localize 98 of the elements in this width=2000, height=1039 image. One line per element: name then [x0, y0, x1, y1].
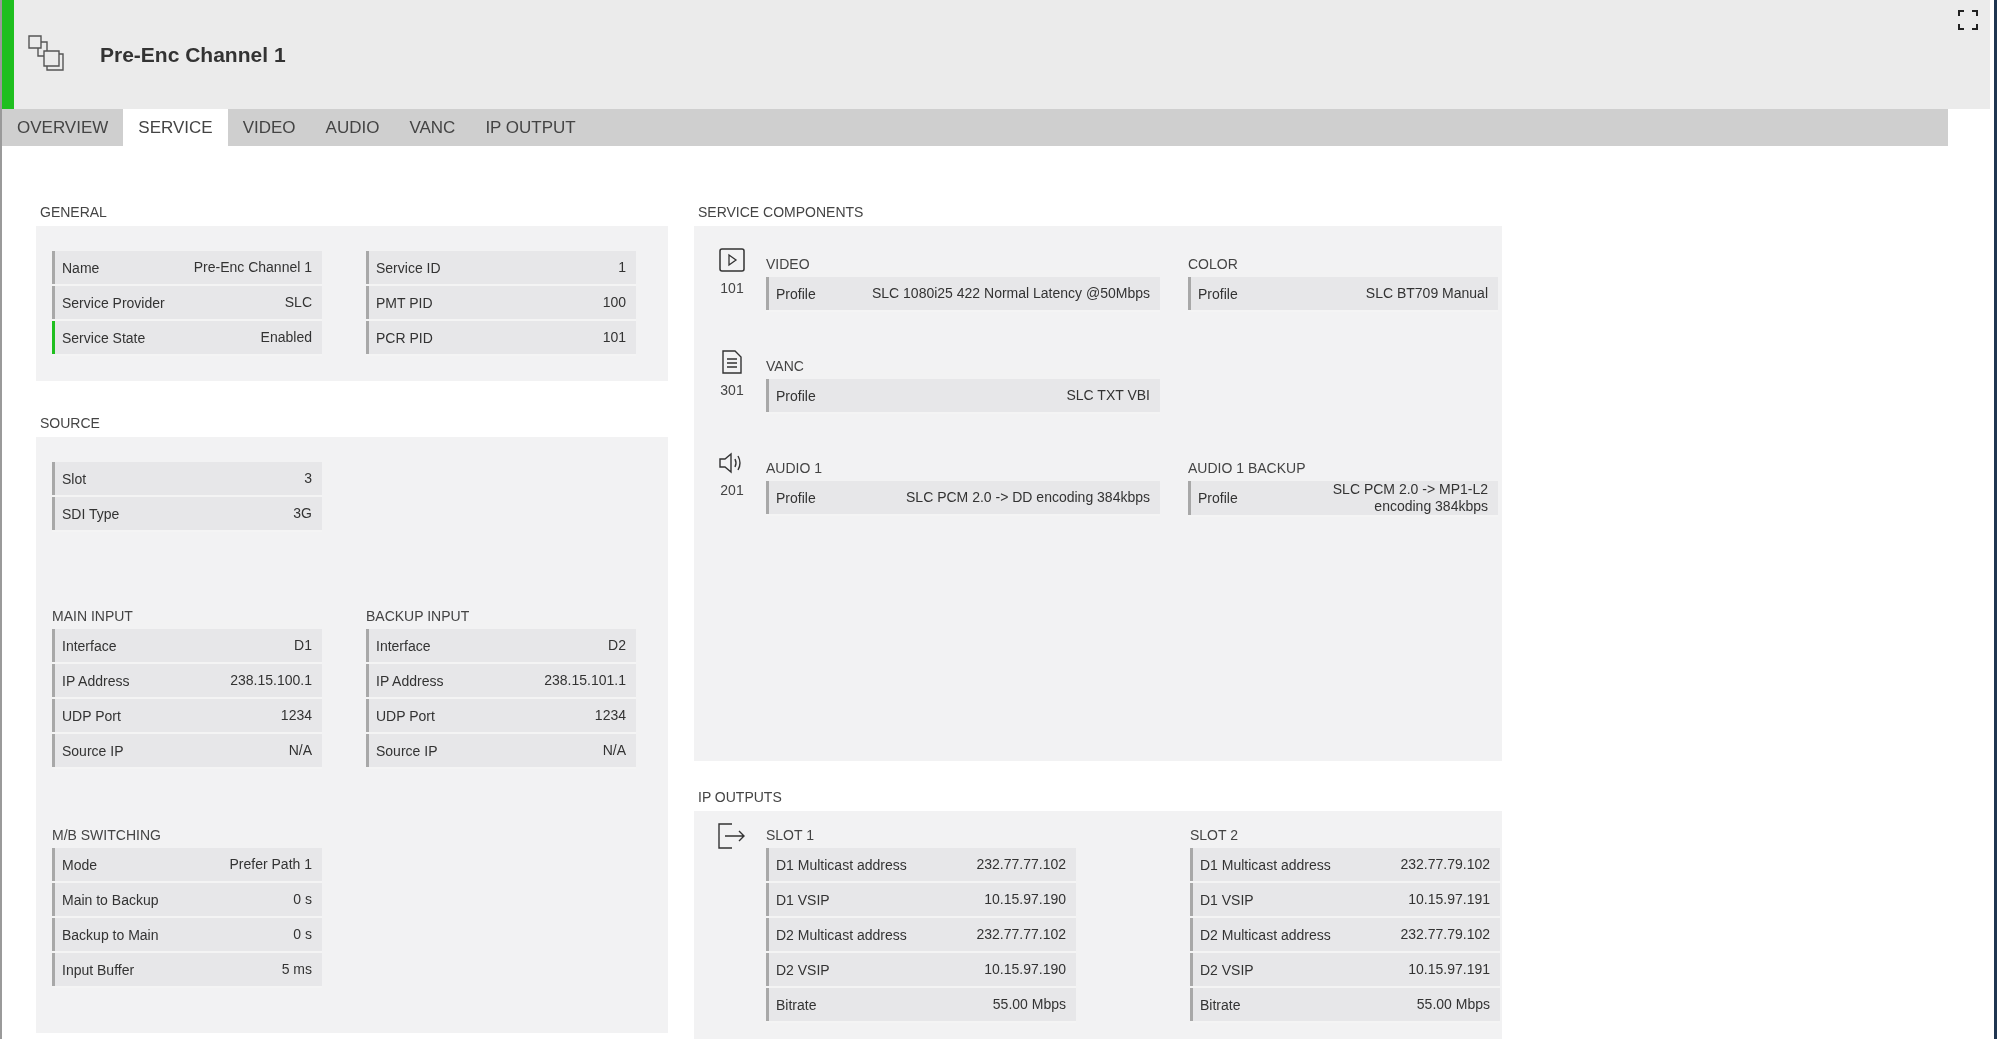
field-label: Interface: [376, 637, 431, 654]
field-label: D1 Multicast address: [776, 856, 907, 873]
field-label: Mode: [62, 856, 98, 873]
field-label: Source IP: [62, 742, 124, 759]
field-value: N/A: [602, 742, 626, 759]
section-title: SERVICE COMPONENTS: [698, 204, 865, 220]
component-title: COLOR: [1188, 256, 1239, 272]
tab[interactable]: OVERVIEW: [2, 109, 124, 146]
field-value: 55.00 Mbps: [1416, 996, 1490, 1013]
field-value: 238.15.101.1: [544, 672, 626, 689]
component-title: VANC: [766, 358, 805, 374]
field-value: 5 ms: [281, 961, 312, 978]
field-label: D2 Multicast address: [1200, 926, 1331, 943]
field-value: SLC PCM 2.0 -> MP1-L2 encoding 384kbps: [1331, 481, 1488, 515]
field-label: D1 VSIP: [776, 891, 830, 908]
field-label: Service ID: [376, 259, 441, 276]
component-title: AUDIO 1 BACKUP: [1188, 460, 1307, 476]
field-label: Source IP: [376, 742, 438, 759]
field-label: PCR PID: [376, 329, 433, 346]
field-value: Enabled: [260, 329, 312, 346]
field-label: UDP Port: [376, 707, 435, 724]
field-value: 55.00 Mbps: [992, 996, 1066, 1013]
field-value: 232.77.79.102: [1400, 926, 1490, 943]
field-value: Pre-Enc Channel 1: [193, 259, 312, 276]
field-value: 10.15.97.191: [1408, 891, 1490, 908]
field-label: Service Provider: [62, 294, 165, 311]
field-value: 1234: [594, 707, 626, 724]
field-value: SLC 1080i25 422 Normal Latency @50Mbps: [871, 285, 1150, 302]
field-value: SLC PCM 2.0 -> DD encoding 384kbps: [906, 489, 1150, 506]
channel-title: Pre-Enc Channel 1: [100, 42, 286, 67]
field-value: 1: [618, 259, 626, 276]
field-label: Profile: [776, 387, 816, 404]
field-label: D1 Multicast address: [1200, 856, 1331, 873]
field-value: SLC TXT VBI: [1066, 387, 1150, 404]
field-label: Interface: [62, 637, 117, 654]
field-label: D2 VSIP: [776, 961, 830, 978]
tab[interactable]: IP OUTPUT: [470, 109, 591, 146]
field-label: UDP Port: [62, 707, 121, 724]
subsection-title: MAIN INPUT: [52, 608, 134, 624]
document-icon: [722, 350, 742, 374]
field-value: 0 s: [293, 891, 312, 908]
field-value: 232.77.77.102: [976, 926, 1066, 943]
component-title: AUDIO 1: [766, 460, 823, 476]
field-value: Prefer Path 1: [229, 856, 312, 873]
tab[interactable]: SERVICE: [123, 109, 228, 146]
field-label: Bitrate: [1200, 996, 1241, 1013]
field-value: D1: [294, 637, 312, 654]
field-value: D2: [608, 637, 626, 654]
field-value: SLC: [284, 294, 312, 311]
field-value: 0 s: [293, 926, 312, 943]
field-value: 10.15.97.190: [984, 961, 1066, 978]
field-value: 3G: [293, 505, 312, 522]
subsection-title: BACKUP INPUT: [366, 608, 471, 624]
section-title: SOURCE: [40, 415, 101, 431]
field-label: Main to Backup: [62, 891, 159, 908]
field-value: 238.15.100.1: [230, 672, 312, 689]
subsection-title: M/B SWITCHING: [52, 827, 162, 843]
component-id: 101: [720, 280, 744, 296]
component-id: 201: [720, 482, 744, 498]
field-label: Slot: [62, 470, 87, 487]
field-label: PMT PID: [376, 294, 433, 311]
field-label: Profile: [776, 489, 816, 506]
field-label: D2 VSIP: [1200, 961, 1254, 978]
export-icon: [718, 823, 746, 849]
field-value: 232.77.77.102: [976, 856, 1066, 873]
field-value: 232.77.79.102: [1400, 856, 1490, 873]
field-label: Profile: [1198, 285, 1238, 302]
component-id: 301: [720, 382, 744, 398]
tab[interactable]: VIDEO: [227, 109, 311, 146]
slot-title: SLOT 2: [1190, 827, 1239, 843]
tab[interactable]: AUDIO: [310, 109, 395, 146]
field-label: Service State: [62, 329, 146, 346]
field-label: IP Address: [62, 672, 130, 689]
field-label: D2 Multicast address: [776, 926, 907, 943]
field-value: SLC BT709 Manual: [1365, 285, 1488, 302]
field-label: Bitrate: [776, 996, 817, 1013]
play-icon: [719, 248, 745, 272]
slot-title: SLOT 1: [766, 827, 815, 843]
field-value: 100: [602, 294, 626, 311]
field-label: Name: [62, 259, 100, 276]
section-title: IP OUTPUTS: [698, 789, 783, 805]
field-value: 1234: [280, 707, 312, 724]
field-value: 10.15.97.191: [1408, 961, 1490, 978]
field-label: Input Buffer: [62, 961, 135, 978]
field-value: N/A: [288, 742, 312, 759]
field-label: Backup to Main: [62, 926, 159, 943]
field-value: 3: [304, 470, 312, 487]
fullscreen-icon[interactable]: [1958, 10, 1978, 30]
component-title: VIDEO: [766, 256, 811, 272]
field-label: IP Address: [376, 672, 444, 689]
field-value: 101: [602, 329, 626, 346]
field-label: Profile: [1198, 489, 1238, 506]
field-label: Profile: [776, 285, 816, 302]
section-title: GENERAL: [40, 204, 108, 220]
field-value: 10.15.97.190: [984, 891, 1066, 908]
tab[interactable]: VANC: [394, 109, 471, 146]
field-label: D1 VSIP: [1200, 891, 1254, 908]
field-label: SDI Type: [62, 505, 120, 522]
